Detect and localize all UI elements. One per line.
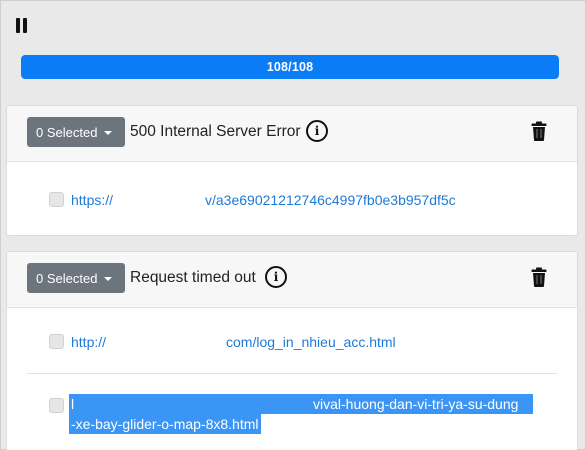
url-link-end[interactable]: v/a3e69021212746c4997fb0e3b957df5c: [205, 190, 456, 210]
url-link-end[interactable]: com/log_in_nhieu_acc.html: [226, 332, 396, 352]
pause-icon[interactable]: [15, 18, 29, 34]
selected-dropdown-button[interactable]: 0 Selected: [27, 117, 125, 147]
url-link-start[interactable]: https://: [71, 190, 113, 210]
error-group-timeout: 0 Selected Request timed out i http:// c…: [6, 251, 578, 450]
progress-fill: 108/108: [21, 55, 559, 79]
url-link-start: l: [71, 396, 75, 412]
selected-dropdown-button[interactable]: 0 Selected: [27, 263, 125, 293]
url-highlight-line1[interactable]: l vival-huong-dan-vi-tri-ya-su-dung: [69, 394, 533, 414]
caret-down-icon: [104, 130, 113, 135]
row-checkbox[interactable]: [49, 334, 64, 349]
group-header: 0 Selected 500 Internal Server Error i: [7, 106, 577, 162]
row-checkbox[interactable]: [49, 192, 64, 207]
row-checkbox[interactable]: [49, 398, 64, 413]
url-row: https:// v/a3e69021212746c4997fb0e3b957d…: [7, 162, 577, 235]
url-highlight-line2[interactable]: -xe-bay-glider-o-map-8x8.html: [69, 414, 261, 434]
url-link-end: vival-huong-dan-vi-tri-ya-su-dung: [313, 396, 519, 412]
trash-icon[interactable]: [531, 267, 547, 287]
info-circle-icon[interactable]: i: [265, 266, 287, 288]
progress-label: 108/108: [266, 60, 314, 74]
group-header: 0 Selected Request timed out i: [7, 252, 577, 308]
url-row: http:// com/log_in_nhieu_acc.html: [27, 308, 557, 374]
selected-count: 0 Selected: [36, 124, 98, 140]
url-row-selected: l vival-huong-dan-vi-tri-ya-su-dung -xe-…: [7, 374, 577, 450]
caret-down-icon: [104, 276, 113, 281]
error-group-500: 0 Selected 500 Internal Server Error i h…: [6, 105, 578, 236]
selected-count: 0 Selected: [36, 270, 98, 286]
error-title: 500 Internal Server Error: [130, 123, 301, 140]
error-title: Request timed out: [130, 269, 256, 286]
progress-bar: 108/108: [21, 55, 559, 79]
info-circle-icon[interactable]: i: [306, 120, 328, 142]
trash-icon[interactable]: [531, 121, 547, 141]
url-link-start[interactable]: http://: [71, 332, 106, 352]
app-frame: 108/108 0 Selected 500 Internal Server E…: [0, 0, 586, 450]
